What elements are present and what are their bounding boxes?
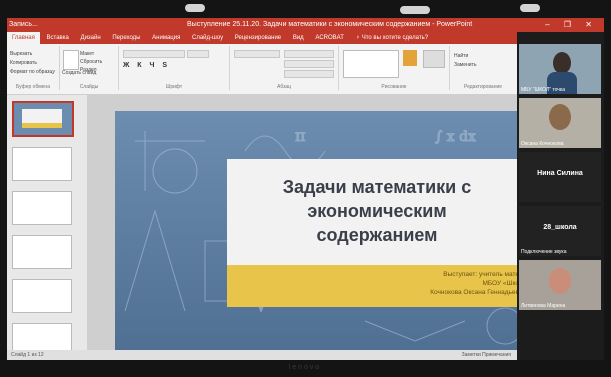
layout-button[interactable]: Макет — [80, 50, 102, 58]
slide-thumbnail-4[interactable] — [12, 235, 72, 269]
participant-tile[interactable]: МБУ "ШКОЛ" точка — [519, 44, 601, 94]
ceiling-light-reflection — [185, 4, 205, 12]
group-label: Слайды — [79, 84, 99, 90]
new-slide-button[interactable]: Создать слайд — [62, 70, 96, 76]
slide-thumbnails-pane — [7, 95, 87, 360]
tab-view[interactable]: Вид — [288, 32, 309, 44]
tab-design[interactable]: Дизайн — [76, 32, 106, 44]
tab-insert[interactable]: Вставка — [42, 32, 74, 44]
ribbon-panel: Вырезать Копировать Формат по образцу Бу… — [7, 44, 517, 95]
new-slide-icon[interactable] — [63, 50, 79, 70]
participant-tile[interactable]: Литвинова Марина — [519, 260, 601, 310]
participant-video — [549, 268, 571, 294]
font-name-select[interactable] — [123, 50, 185, 58]
ceiling-light-reflection — [400, 6, 430, 14]
format-painter-button[interactable]: Формат по образцу — [10, 68, 55, 77]
slide-title: Задачи математики с экономическим содерж… — [282, 177, 472, 245]
tab-acrobat[interactable]: ACROBAT — [310, 32, 349, 44]
participant-name: Нина Силина — [537, 170, 583, 177]
text-direction-control[interactable] — [284, 50, 334, 58]
group-font: Ж К Ч S Шрифт — [119, 46, 230, 90]
slide-subtitle: Выступает: учитель мате МБОУ «Шко Кочнок… — [430, 271, 519, 296]
participant-tile[interactable]: Нина Силина — [519, 152, 601, 202]
app-label: Запись... — [9, 21, 38, 28]
slide-counter: Слайд 1 из 12 — [11, 352, 44, 358]
shapes-gallery[interactable] — [343, 50, 399, 78]
group-drawing: Рисование — [339, 46, 450, 90]
svg-text:∫ x dx: ∫ x dx — [435, 129, 476, 145]
group-label: Рисование — [381, 84, 407, 90]
title-placeholder[interactable]: Задачи математики с экономическим содерж… — [227, 159, 527, 265]
window-title: Выступление 25.11.20. Задачи математики … — [187, 21, 473, 28]
participant-name: Оксана Кочнокова — [521, 141, 564, 147]
current-slide[interactable]: √ π ∫ x dx Задачи математики с экономиче… — [115, 111, 555, 351]
monitor-bezel: Запись... Выступление 25.11.20. Задачи м… — [0, 0, 611, 377]
font-format-icons[interactable]: Ж К Ч S — [123, 62, 170, 69]
cut-button[interactable]: Вырезать — [10, 50, 55, 59]
arrange-icon[interactable] — [403, 50, 417, 66]
find-button[interactable]: Найти — [454, 52, 476, 61]
participant-name: Литвинова Марина — [521, 303, 566, 309]
group-paragraph: Абзац — [230, 46, 339, 90]
tab-review[interactable]: Рецензирование — [230, 32, 286, 44]
bullets-control[interactable] — [234, 50, 280, 58]
tab-transitions[interactable]: Переходы — [107, 32, 145, 44]
tell-me-search[interactable]: ♀ Что вы хотите сделать? — [351, 32, 434, 44]
slide-thumbnail-1[interactable] — [12, 101, 74, 137]
slide-thumbnail-3[interactable] — [12, 191, 72, 225]
group-clipboard: Вырезать Копировать Формат по образцу Бу… — [7, 46, 60, 90]
window-controls[interactable]: – ❐ ✕ — [545, 18, 598, 32]
subtitle-placeholder[interactable]: Выступает: учитель мате МБОУ «Шко Кочнок… — [227, 265, 527, 307]
screen: Запись... Выступление 25.11.20. Задачи м… — [7, 18, 604, 360]
participant-tile[interactable]: 28_школа Подключение звука — [519, 206, 601, 256]
align-text-control[interactable] — [284, 60, 334, 68]
tab-animation[interactable]: Анимация — [147, 32, 185, 44]
copy-button[interactable]: Копировать — [10, 59, 55, 68]
group-label: Редактирование — [463, 84, 503, 90]
participant-name: 28_школа — [543, 224, 577, 231]
svg-text:π: π — [295, 126, 306, 145]
participant-name: МБУ "ШКОЛ" точка — [521, 87, 565, 93]
slide-thumbnail-2[interactable] — [12, 147, 72, 181]
slide-editing-canvas: √ π ∫ x dx Задачи математики с экономиче… — [87, 95, 555, 360]
quick-styles-icon[interactable] — [423, 50, 445, 68]
participant-video — [553, 52, 571, 74]
group-slides: Макет Сбросить Раздел Создать слайд Слай… — [60, 46, 119, 90]
title-bar: Запись... Выступление 25.11.20. Задачи м… — [7, 18, 604, 32]
group-label: Буфер обмена — [16, 84, 50, 90]
group-editing: Найти Заменить Редактирование — [450, 46, 516, 90]
video-conference-panel: МБУ "ШКОЛ" точка Оксана Кочнокова Нина С… — [517, 32, 604, 360]
participant-tile[interactable]: Оксана Кочнокова — [519, 98, 601, 148]
participant-video — [549, 104, 571, 130]
group-label: Шрифт — [165, 84, 183, 90]
tab-slideshow[interactable]: Слайд-шоу — [187, 32, 228, 44]
tab-home[interactable]: Главная — [7, 32, 40, 44]
ribbon-tabs: Главная Вставка Дизайн Переходы Анимация… — [7, 32, 604, 44]
monitor-brand-logo: lenovo — [288, 364, 322, 371]
reset-button[interactable]: Сбросить — [80, 58, 102, 66]
slide-thumbnail-5[interactable] — [12, 279, 72, 313]
font-size-select[interactable] — [187, 50, 209, 58]
connection-status: Подключение звука — [521, 249, 567, 255]
smartart-control[interactable] — [284, 70, 334, 78]
notes-comments-buttons[interactable]: Заметки Примечания — [462, 350, 511, 360]
ceiling-light-reflection — [520, 4, 540, 12]
group-label: Абзац — [276, 84, 292, 90]
replace-button[interactable]: Заменить — [454, 61, 476, 70]
status-bar: Слайд 1 из 12 Заметки Примечания — [7, 350, 517, 360]
